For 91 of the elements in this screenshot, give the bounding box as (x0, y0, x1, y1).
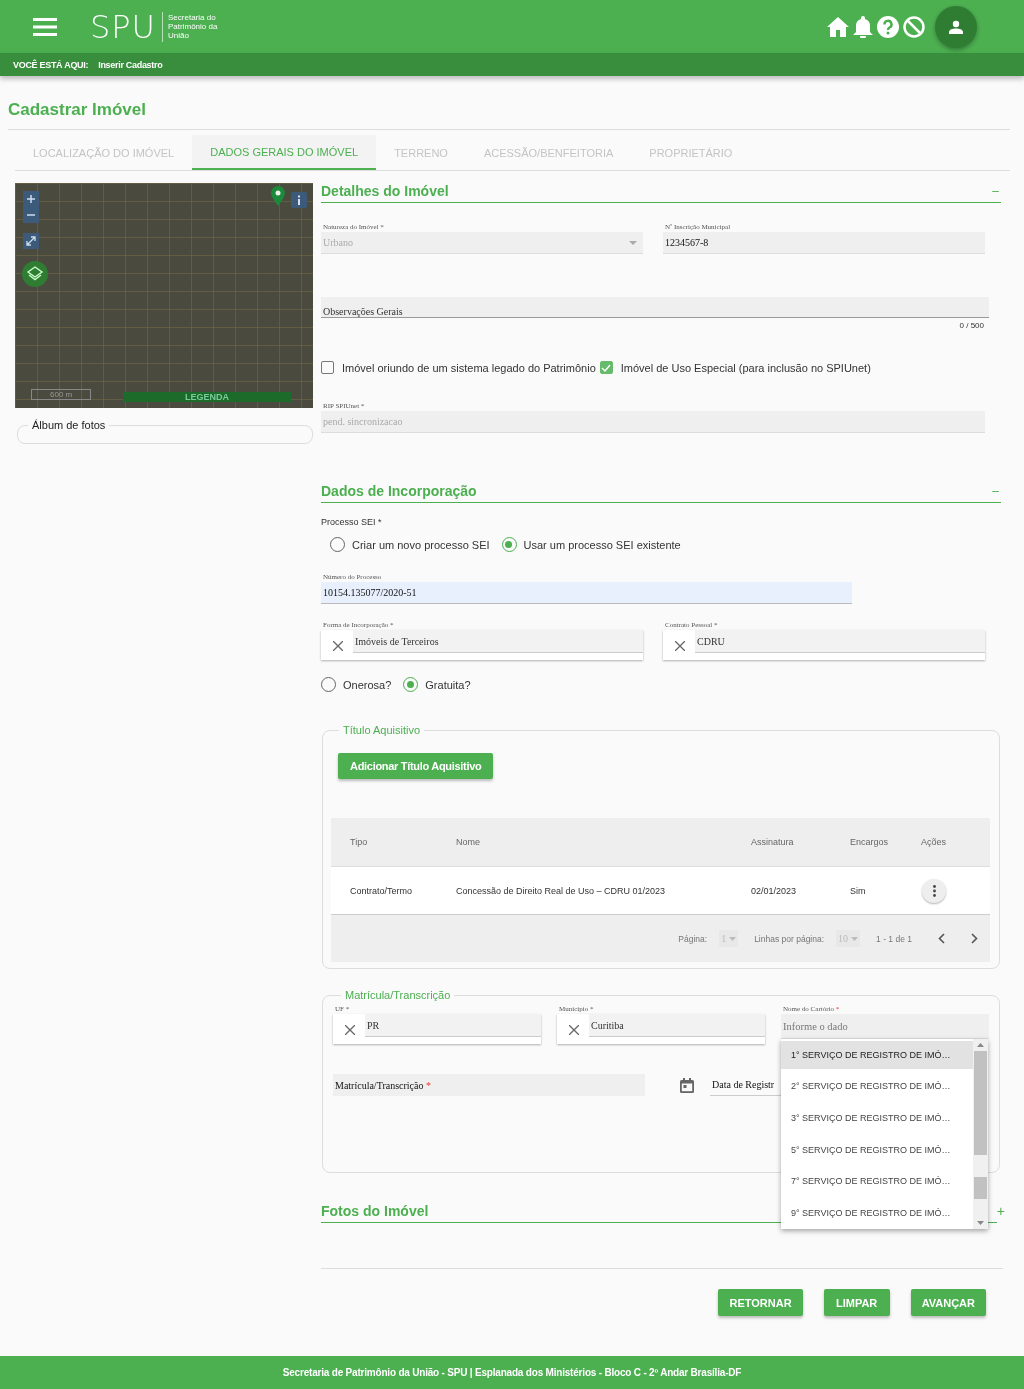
clear-icon[interactable] (569, 1025, 579, 1035)
character-counter: 0 / 500 (958, 321, 984, 330)
action-button[interactable]: RETORNAR (718, 1289, 803, 1316)
collapse-toggle[interactable]: – (992, 484, 999, 498)
table-cell-text: 02/01/2023 (751, 885, 798, 896)
column-header: Nome (456, 837, 481, 847)
menu-icon[interactable] (33, 17, 57, 36)
dropdown-option[interactable]: 9° SERVIÇO DE REGISTRO DE IMÓ… (781, 1199, 973, 1228)
dropdown-option[interactable]: 3° SERVIÇO DE REGISTRO DE IMÓ… (781, 1104, 973, 1133)
block-icon[interactable] (903, 15, 925, 38)
column-header: Tipo (350, 837, 369, 847)
clear-icon[interactable] (333, 641, 343, 651)
text-area[interactable]: Observações Gerais (321, 297, 989, 318)
clear-icon[interactable] (675, 641, 685, 651)
scrollbar-thumb[interactable] (974, 1051, 987, 1155)
checkbox-label: Imóvel de Uso Especial (para inclusão no SPIUnet) (620, 361, 871, 374)
section-title: Dados de Incorporação (321, 483, 477, 499)
autocomplete-field[interactable]: Curitiba (557, 1014, 765, 1044)
input-field[interactable]: Informe o dado (781, 1014, 989, 1039)
more-vertical-icon (932, 884, 936, 897)
autocomplete-field[interactable]: CDRU (663, 630, 985, 660)
map-scale: 600 m (31, 389, 92, 400)
dropdown-option[interactable]: 2° SERVIÇO DE REGISTRO DE IMÓ… (781, 1072, 973, 1101)
scroll-down-icon[interactable] (977, 1221, 984, 1225)
scrollbar[interactable] (973, 1039, 988, 1229)
dropdown-option[interactable]: 1° SERVIÇO DE REGISTRO DE IMÓ… (781, 1040, 973, 1069)
field-label: Processo SEI * (321, 517, 383, 527)
scroll-up-icon[interactable] (977, 1043, 984, 1047)
checkbox-label: Imóvel oriundo de um sistema legado do Patrimônio (342, 361, 596, 374)
action-button[interactable]: AVANÇAR (910, 1289, 986, 1316)
input-field[interactable]: 1234567-8 (663, 232, 985, 254)
user-avatar-button[interactable] (935, 5, 977, 48)
breadcrumb-link[interactable]: Inserir Cadastro (98, 59, 163, 70)
panel-legend: Matrícula/Transcrição (341, 989, 455, 1001)
zoom-in-icon[interactable] (23, 191, 39, 207)
radio-label: Criar um novo processo SEI (352, 538, 490, 551)
radio-label: Onerosa? (343, 678, 392, 691)
date-field[interactable]: Data de Registr (710, 1074, 781, 1096)
table-cell-text: Concessão de Direito Real de Uso – CDRU 01/2023 (456, 885, 667, 896)
scrollbar-thumb[interactable] (974, 1177, 987, 1199)
breadcrumb-label: VOCÊ ESTÁ AQUI: (13, 59, 89, 70)
add-title-button[interactable]: Adicionar Título Aquisitivo (338, 753, 494, 779)
tab[interactable]: DADOS GERAIS DO IMÓVEL (192, 135, 377, 170)
input-field[interactable]: Matrícula/Transcrição * (333, 1074, 645, 1096)
legend-button[interactable]: LEGENDA (123, 392, 291, 402)
column-header: Encargos (850, 837, 890, 847)
action-button[interactable]: LIMPAR (823, 1289, 890, 1316)
chevron-left-icon[interactable] (938, 933, 945, 944)
album-title[interactable]: Álbum de fotos (28, 419, 110, 431)
info-icon[interactable] (291, 192, 307, 208)
autocomplete-field[interactable]: PR (333, 1014, 541, 1044)
dropdown-option[interactable]: 5° SERVIÇO DE REGISTRO DE IMÓ… (781, 1135, 973, 1164)
column-header: Assinatura (751, 837, 795, 847)
footer-text: Secretaria de Patrimônio da União - SPU | Esplanada dos Ministérios - Bloco C - 2º Andar Brasília-DF (282, 1367, 742, 1378)
expand-toggle[interactable]: + (996, 1203, 1005, 1219)
column-header: Ações (921, 837, 947, 847)
more-actions-button[interactable] (922, 878, 946, 903)
pagination-range: 1 - 1 de 1 (876, 933, 912, 944)
table-cell-text: Contrato/Termo (350, 885, 414, 896)
pagination-label: Página: (678, 933, 708, 944)
page-title: Cadastrar Imóvel (8, 100, 1010, 130)
pagination-label: Linhas por página: (754, 933, 825, 944)
caret-icon (729, 936, 737, 941)
fullscreen-icon[interactable] (23, 233, 39, 249)
radio-label: Usar um processo SEI existente (523, 538, 681, 551)
zoom-out-icon[interactable] (23, 207, 39, 223)
chevron-right-icon[interactable] (971, 933, 978, 944)
caret-icon (629, 240, 637, 245)
clear-icon[interactable] (345, 1025, 355, 1035)
help-icon[interactable] (877, 15, 899, 38)
autocomplete-field[interactable]: Imóveis de Terceiros (321, 630, 643, 660)
person-icon (949, 19, 963, 34)
map-pin-icon (271, 186, 285, 206)
collapse-toggle[interactable]: – (992, 184, 999, 198)
logo-subtitle: Secretaria do Patrimônio da União (168, 13, 219, 40)
dropdown-option[interactable]: 7° SERVIÇO DE REGISTRO DE IMÓ… (781, 1167, 973, 1196)
input-field[interactable]: 10154.135077/2020-51 (321, 582, 852, 604)
checkbox[interactable] (321, 361, 334, 374)
layers-icon[interactable] (22, 261, 48, 287)
caret-icon (851, 936, 859, 941)
section-title: Fotos do Imóvel (321, 1203, 429, 1219)
section-title: Detalhes do Imóvel (321, 183, 449, 199)
radio-label: Gratuita? (425, 678, 471, 691)
table-cell-text: Sim (850, 885, 867, 896)
input-field[interactable]: pend. sincronizacao (321, 411, 985, 433)
home-icon[interactable] (827, 16, 849, 37)
checkbox[interactable] (599, 361, 613, 374)
logo: SPU (90, 11, 164, 42)
calendar-icon[interactable] (680, 1077, 694, 1093)
panel-legend: Título Aquisitivo (339, 724, 425, 736)
bell-icon[interactable] (853, 15, 873, 38)
